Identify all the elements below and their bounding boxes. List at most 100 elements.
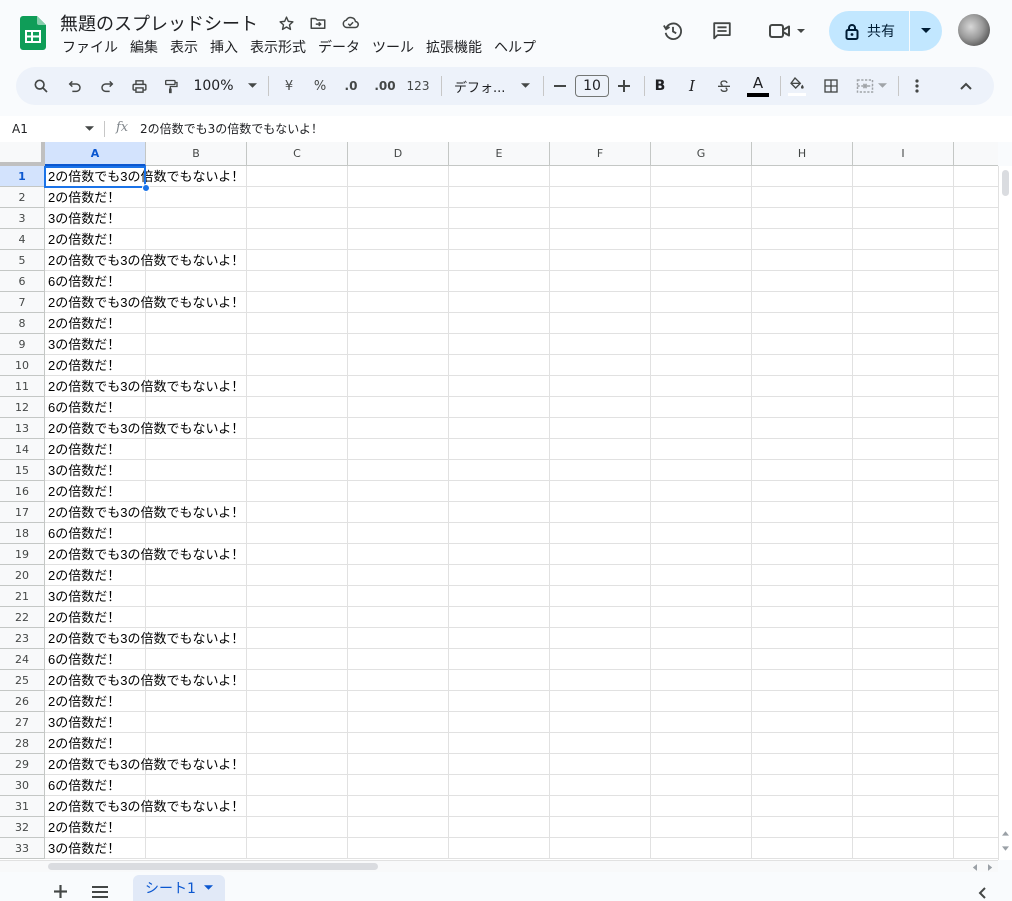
menu-extensions[interactable]: 拡張機能	[420, 38, 488, 58]
cell-c[interactable]	[247, 418, 348, 439]
row-header[interactable]: 32	[0, 817, 45, 838]
cell-f[interactable]	[550, 439, 651, 460]
row-header[interactable]: 20	[0, 565, 45, 586]
column-header-h[interactable]: H	[752, 142, 853, 166]
cell-f[interactable]	[550, 838, 651, 859]
share-main-button[interactable]: 共有	[829, 11, 909, 51]
cell-h[interactable]	[752, 355, 853, 376]
cell-g[interactable]	[651, 481, 752, 502]
cell-c[interactable]	[247, 649, 348, 670]
cell-e[interactable]	[449, 313, 550, 334]
cell-partial[interactable]	[954, 271, 998, 292]
cell-partial[interactable]	[954, 628, 998, 649]
cell-partial[interactable]	[954, 544, 998, 565]
cell-f[interactable]	[550, 271, 651, 292]
cell-e[interactable]	[449, 376, 550, 397]
font-family-select[interactable]: デフォ...	[448, 67, 536, 105]
cell-b[interactable]	[146, 355, 247, 376]
row-header[interactable]: 33	[0, 838, 45, 859]
percent-format-button[interactable]: %	[309, 67, 331, 105]
row-header[interactable]: 13	[0, 418, 45, 439]
decrease-font-size-icon[interactable]	[550, 67, 570, 105]
cell-g[interactable]	[651, 565, 752, 586]
cell-f[interactable]	[550, 502, 651, 523]
cell-i[interactable]	[853, 586, 954, 607]
row-header[interactable]: 17	[0, 502, 45, 523]
cell-c[interactable]	[247, 544, 348, 565]
column-header-f[interactable]: F	[550, 142, 651, 166]
cell-e[interactable]	[449, 418, 550, 439]
cell-b[interactable]	[146, 733, 247, 754]
cell-h[interactable]	[752, 670, 853, 691]
cell-i[interactable]	[853, 439, 954, 460]
cell-partial[interactable]	[954, 250, 998, 271]
cell-partial[interactable]	[954, 481, 998, 502]
sheets-logo-icon[interactable]	[20, 16, 46, 50]
cell-i[interactable]	[853, 712, 954, 733]
cell-c[interactable]	[247, 355, 348, 376]
cell-g[interactable]	[651, 733, 752, 754]
cell-b[interactable]	[146, 817, 247, 838]
zoom-select[interactable]: 100%	[192, 67, 258, 105]
cell-e[interactable]	[449, 481, 550, 502]
cell-partial[interactable]	[954, 670, 998, 691]
formula-input[interactable]: 2の倍数でも3の倍数でもないよ！	[140, 116, 323, 142]
cell-d[interactable]	[348, 502, 449, 523]
cell-g[interactable]	[651, 754, 752, 775]
cell-partial[interactable]	[954, 355, 998, 376]
menu-data[interactable]: データ	[312, 38, 366, 58]
cell-c[interactable]	[247, 691, 348, 712]
text-color-button[interactable]: A	[744, 67, 772, 105]
cell-c[interactable]	[247, 313, 348, 334]
cell-b[interactable]	[146, 229, 247, 250]
cell-h[interactable]	[752, 565, 853, 586]
menu-edit[interactable]: 編集	[124, 38, 164, 58]
cell-partial[interactable]	[954, 313, 998, 334]
cell-h[interactable]	[752, 628, 853, 649]
cell-f[interactable]	[550, 607, 651, 628]
cell-g[interactable]	[651, 649, 752, 670]
cell-f[interactable]	[550, 208, 651, 229]
cell-e[interactable]	[449, 733, 550, 754]
cell-d[interactable]	[348, 229, 449, 250]
cell-g[interactable]	[651, 439, 752, 460]
cell-b[interactable]	[146, 775, 247, 796]
cell-h[interactable]	[752, 817, 853, 838]
cell-i[interactable]	[853, 691, 954, 712]
cell-d[interactable]	[348, 208, 449, 229]
bold-button[interactable]: B	[650, 67, 670, 105]
cell-i[interactable]	[853, 481, 954, 502]
cell-h[interactable]	[752, 691, 853, 712]
row-header[interactable]: 5	[0, 250, 45, 271]
cell-c[interactable]	[247, 208, 348, 229]
cell-d[interactable]	[348, 607, 449, 628]
comments-icon[interactable]	[705, 14, 739, 48]
cell-e[interactable]	[449, 565, 550, 586]
row-header[interactable]: 10	[0, 355, 45, 376]
cell-d[interactable]	[348, 376, 449, 397]
cell-e[interactable]	[449, 229, 550, 250]
cell-i[interactable]	[853, 733, 954, 754]
cell-d[interactable]	[348, 670, 449, 691]
cell-e[interactable]	[449, 544, 550, 565]
font-size-input[interactable]: 10	[575, 75, 609, 97]
cell-b[interactable]	[146, 712, 247, 733]
cell-g[interactable]	[651, 586, 752, 607]
cell-partial[interactable]	[954, 607, 998, 628]
cell-i[interactable]	[853, 292, 954, 313]
side-panel-toggle-icon[interactable]	[978, 887, 986, 899]
cell-c[interactable]	[247, 439, 348, 460]
cell-g[interactable]	[651, 355, 752, 376]
cell-d[interactable]	[348, 187, 449, 208]
print-icon[interactable]	[128, 67, 150, 105]
cell-h[interactable]	[752, 712, 853, 733]
cell-f[interactable]	[550, 796, 651, 817]
row-header[interactable]: 7	[0, 292, 45, 313]
menu-file[interactable]: ファイル	[56, 38, 124, 58]
cell-g[interactable]	[651, 397, 752, 418]
cell-g[interactable]	[651, 187, 752, 208]
cell-c[interactable]	[247, 334, 348, 355]
cell-i[interactable]	[853, 775, 954, 796]
row-header[interactable]: 21	[0, 586, 45, 607]
row-header[interactable]: 25	[0, 670, 45, 691]
